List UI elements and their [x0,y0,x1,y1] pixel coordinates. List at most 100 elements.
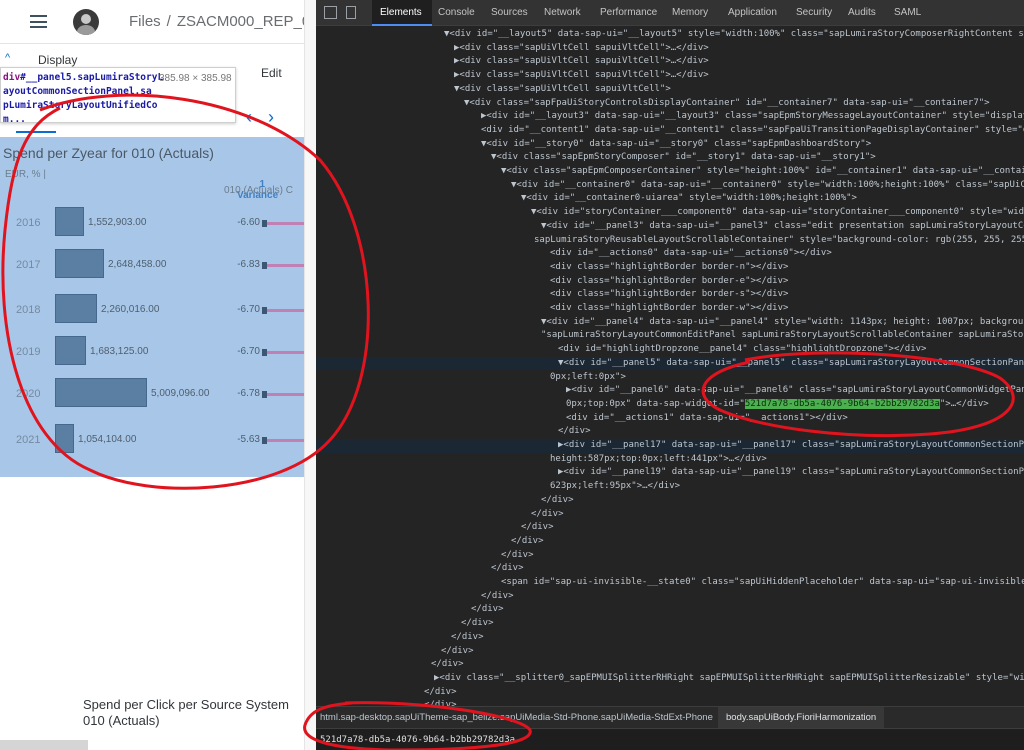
dom-tree-line[interactable]: ▼<div class="sapUiVltCell sapuiVltCell"> [316,83,671,97]
dom-tree-line[interactable]: <div class="highlightBorder border-s"></… [316,288,788,302]
dom-tree-line[interactable]: </div> [316,658,464,672]
tab-security[interactable]: Security [796,7,832,18]
breadcrumb: Files / ZSACM000_REP_000 [129,13,316,30]
dom-tree-line[interactable]: </div> [316,617,494,631]
dom-tree-line[interactable]: 0px;top:0px" data-sap-widget-id="521d7a7… [316,398,989,412]
dom-tree-line[interactable]: ▶<div id="__layout3" data-sap-ui="__layo… [316,110,1024,124]
dom-tree-line[interactable]: ▼<div id="__container0" data-sap-ui="__c… [316,179,1024,193]
dom-tree-text: <div id="__actions1" data-sap-ui="__acti… [566,412,848,423]
pane-splitter[interactable] [304,0,316,750]
avatar[interactable] [73,9,99,35]
bar[interactable] [55,249,104,278]
dom-tree-line[interactable]: <div id="__content1" data-sap-ui="__cont… [316,124,1024,138]
dom-tree-line[interactable]: ▼<div id="__panel4" data-sap-ui="__panel… [316,316,1024,330]
dom-tree-line[interactable]: ▶<div class="sapUiVltCell sapuiVltCell">… [316,69,709,83]
dom-tree-line[interactable]: ▼<div id="__panel3" data-sap-ui="__panel… [316,220,1024,234]
tab-elements[interactable]: Elements [380,7,422,18]
dom-tree-line[interactable]: <div class="highlightBorder border-e"></… [316,275,788,289]
dom-tree-line[interactable]: "sapLumiraStoryLayoutCommonEditPanel sap… [316,329,1024,343]
dom-tree-line[interactable]: </div> [316,535,544,549]
bar[interactable] [55,294,97,323]
dom-tree-line[interactable]: </div> [316,603,504,617]
crumb-files[interactable]: Files [129,13,161,30]
tab-saml[interactable]: SAML [894,7,921,18]
tab-console[interactable]: Console [438,7,475,18]
breadcrumb-html[interactable]: html.sap-desktop.sapUiTheme-sap_belize.s… [320,712,713,723]
tab-memory[interactable]: Memory [672,7,708,18]
tab-sources[interactable]: Sources [491,7,528,18]
tab-indicator [16,131,56,133]
dom-tree-line[interactable]: ▶<div id="__panel6" data-sap-ui="__panel… [316,384,1024,398]
crumb-separator: / [166,13,171,30]
dom-tree-line[interactable]: ▼<div id="__story0" data-sap-ui="__story… [316,138,871,152]
dom-tree-line[interactable]: ▶<div class="sapUiVltCell sapuiVltCell">… [316,55,709,69]
dom-tree-line[interactable]: ▼<div class="sapEpmStoryComposer" id="__… [316,151,876,165]
tab-application[interactable]: Application [728,7,777,18]
chart-row[interactable]: 2017 2,648,458.00 -6.83 [0,249,304,283]
dom-tree-text: ▼<div id="__panel3" data-sap-ui="__panel… [541,220,1024,231]
dom-tree-line[interactable]: </div> [316,562,524,576]
dom-tree-line[interactable]: <div id="__actions0" data-sap-ui="__acti… [316,247,832,261]
dom-tree-text: ▼<div id="storyContainer___component0" d… [531,207,1024,218]
dom-tree-line[interactable]: ▶<div id="__panel17" data-sap-ui="__pane… [316,439,1024,453]
dom-tree-line[interactable]: </div> [316,494,574,508]
dom-tree-line[interactable]: ▶<div class="__splitter0_sapEPMUISplitte… [316,672,1024,686]
bar-value-label: 2,648,458.00 [108,259,167,270]
variance-bar [267,351,304,354]
chart-row[interactable]: 2019 1,683,125.00 -6.70 [0,336,304,370]
dom-tree-line[interactable]: </div> [316,590,514,604]
dom-tree-line[interactable]: ▶<div class="sapUiVltCell sapuiVltCell">… [316,42,709,56]
find-input[interactable] [320,733,660,747]
chart-row[interactable]: 2020 5,009,096.00 -6.78 [0,378,304,412]
chart-row[interactable]: 2016 1,552,903.00 -6.60 [0,207,304,241]
dom-tree-line[interactable]: <span id="sap-ui-invisible-__state0" cla… [316,576,1024,590]
dom-tree-line[interactable]: ▼<div id="__layout5" data-sap-ui="__layo… [316,28,1024,42]
dom-tree-line[interactable]: <div class="highlightBorder border-n"></… [316,261,788,275]
variance-value: -6.78 [237,388,260,399]
widget-id-highlight[interactable]: 521d7a78-db5a-4076-9b64-b2bb29782d3a [744,398,940,409]
chart-row[interactable]: 2018 2,260,016.00 -6.70 [0,294,304,328]
dom-tree-line[interactable]: ▼<div class="sapFpaUiStoryControlsDispla… [316,97,990,111]
chevron-right-icon[interactable]: › [268,107,274,127]
chevron-left-icon[interactable]: ‹ [246,107,252,127]
dom-tree-line[interactable]: ▼<div id="__container0-uiarea" style="wi… [316,192,857,206]
dom-tree-line[interactable]: ▼<div id="__panel5" data-sap-ui="__panel… [316,356,1024,371]
menu-icon[interactable] [30,15,47,28]
tab-network[interactable]: Network [544,7,581,18]
dom-tree-line[interactable]: </div> [316,521,554,535]
dom-tree-line[interactable]: </div> [316,699,457,706]
dom-tree-line[interactable]: 0px;left:0px"> [316,371,626,385]
bar[interactable] [55,424,74,453]
tab-audits[interactable]: Audits [848,7,876,18]
dom-tree-line[interactable]: ▼<div class="sapEpmComposerContainer" st… [316,165,1024,179]
dom-tree-line[interactable]: 623px;left:95px">…</div> [316,480,680,494]
bar[interactable] [55,378,147,407]
dom-tree-line[interactable]: sapLumiraStoryReusableLayoutScrollableCo… [316,234,1024,248]
tab-performance[interactable]: Performance [600,7,657,18]
elements-tree[interactable]: ▼<div id="__layout5" data-sap-ui="__layo… [316,26,1024,706]
dom-tree-line[interactable]: <div id="highlightDropzone__panel4" clas… [316,343,926,357]
dom-tree-line[interactable]: </div> [316,508,564,522]
bar[interactable] [55,207,84,236]
chart-widget[interactable]: Spend per Zyear for 010 (Actuals) EUR, %… [0,137,304,477]
dom-tree-line[interactable]: </div> [316,425,591,439]
edit-button[interactable]: Edit [261,66,282,80]
dom-tree-line[interactable]: <div class="highlightBorder border-w"></… [316,302,788,316]
dom-tree-line[interactable]: </div> [316,686,457,700]
dom-tree-line[interactable]: </div> [316,549,534,563]
dom-tree-line[interactable]: <div id="__actions1" data-sap-ui="__acti… [316,412,848,426]
bottom-scroll-bar[interactable] [0,740,88,750]
dom-tree-line[interactable]: </div> [316,631,484,645]
dom-tree-line[interactable]: height:587px;top:0px;left:441px">…</div> [316,453,767,467]
breadcrumb-body[interactable]: body.sapUiBody.FioriHarmonization [718,707,885,729]
chart-row[interactable]: 2021 1,054,104.00 -5.63 [0,424,304,458]
dom-tree-text: ▶<div id="__panel17" data-sap-ui="__pane… [558,440,1024,450]
dom-tree-line[interactable]: ▼<div id="storyContainer___component0" d… [316,206,1024,220]
dom-tree-line[interactable]: ▶<div id="__panel19" data-sap-ui="__pane… [316,466,1024,480]
device-toolbar-icon[interactable] [346,6,356,19]
chevron-up-icon[interactable]: ^ [5,52,10,64]
display-mode-label[interactable]: Display [38,53,77,67]
inspect-element-icon[interactable] [324,6,337,19]
bar[interactable] [55,336,86,365]
dom-tree-line[interactable]: </div> [316,645,474,659]
